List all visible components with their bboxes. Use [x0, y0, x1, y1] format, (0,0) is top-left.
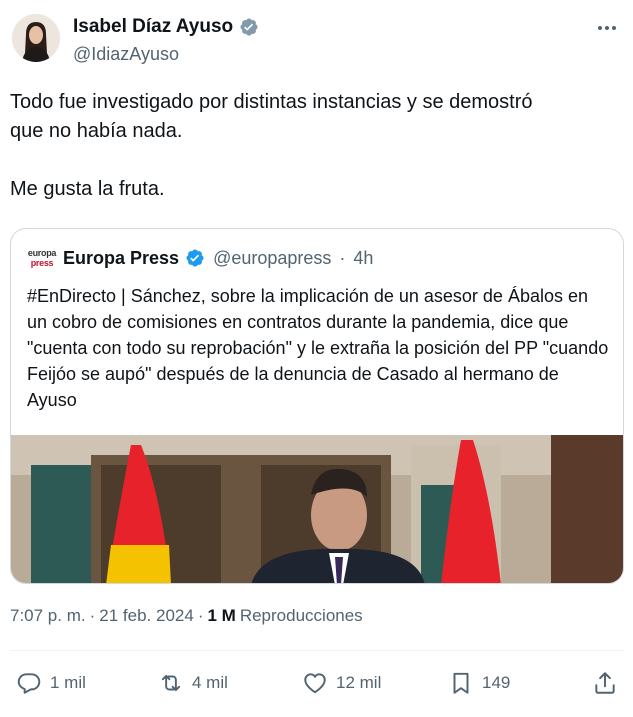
verified-icon: [239, 17, 259, 37]
tweet-date[interactable]: 21 feb. 2024: [99, 606, 194, 626]
bookmark-icon: [453, 672, 469, 694]
tweet-header: Isabel Díaz Ayuso @IdiazAyuso: [0, 0, 633, 80]
bookmark-count: 149: [482, 673, 511, 692]
author-name-row: Isabel Díaz Ayuso: [73, 16, 259, 38]
reply-icon: [17, 673, 41, 694]
bookmark-button[interactable]: 149: [448, 670, 510, 696]
quoted-tweet[interactable]: europa press Europa Press @europapress ·…: [10, 228, 624, 584]
tweet-text: Todo fue investigado por distintas insta…: [10, 91, 533, 200]
repost-count: 4 mil: [192, 673, 228, 692]
quoted-time: 4h: [353, 247, 374, 268]
more-icon[interactable]: [593, 18, 621, 38]
more-dot: [605, 26, 609, 30]
like-icon: [304, 673, 326, 694]
quoted-handle: @europapress: [213, 247, 332, 268]
repost-button[interactable]: 4 mil: [158, 670, 228, 696]
meta-separator: ·: [89, 606, 96, 625]
share-button[interactable]: [592, 670, 618, 696]
share-icon: [595, 672, 615, 694]
quoted-text: #EnDirecto | Sánchez, sobre la implicaci…: [27, 286, 609, 410]
logo-line1: europa: [27, 248, 57, 258]
avatar[interactable]: [12, 14, 60, 62]
tweet-meta: 7:07 p. m. · 21 feb. 2024 · 1 M Reproduc…: [10, 606, 363, 626]
views-count: 1 M: [207, 606, 236, 625]
reply-count: 1 mil: [50, 673, 86, 692]
quoted-separator: ·: [339, 247, 346, 268]
like-count: 12 mil: [336, 673, 382, 692]
more-dot: [598, 26, 602, 30]
logo-line2: press: [30, 258, 54, 268]
author-handle[interactable]: @IdiazAyuso: [73, 44, 179, 65]
like-button[interactable]: 12 mil: [302, 670, 381, 696]
tweet-time[interactable]: 7:07 p. m.: [10, 606, 86, 626]
quoted-media-image[interactable]: [11, 435, 623, 583]
repost-icon: [161, 674, 181, 692]
author-name[interactable]: Isabel Díaz Ayuso: [73, 16, 233, 38]
quoted-author-name: Europa Press: [63, 247, 180, 268]
meta-separator: ·: [197, 606, 204, 625]
quoted-header: europa press Europa Press @europapress ·…: [27, 243, 374, 273]
verified-icon: [185, 248, 205, 268]
divider: [10, 650, 624, 651]
reply-button[interactable]: 1 mil: [16, 670, 86, 696]
views-label: Reproducciones: [239, 606, 363, 625]
more-dot: [612, 26, 616, 30]
action-bar: 1 mil 4 mil 12 mil 149: [0, 660, 633, 710]
europa-press-logo: europa press: [27, 243, 57, 273]
